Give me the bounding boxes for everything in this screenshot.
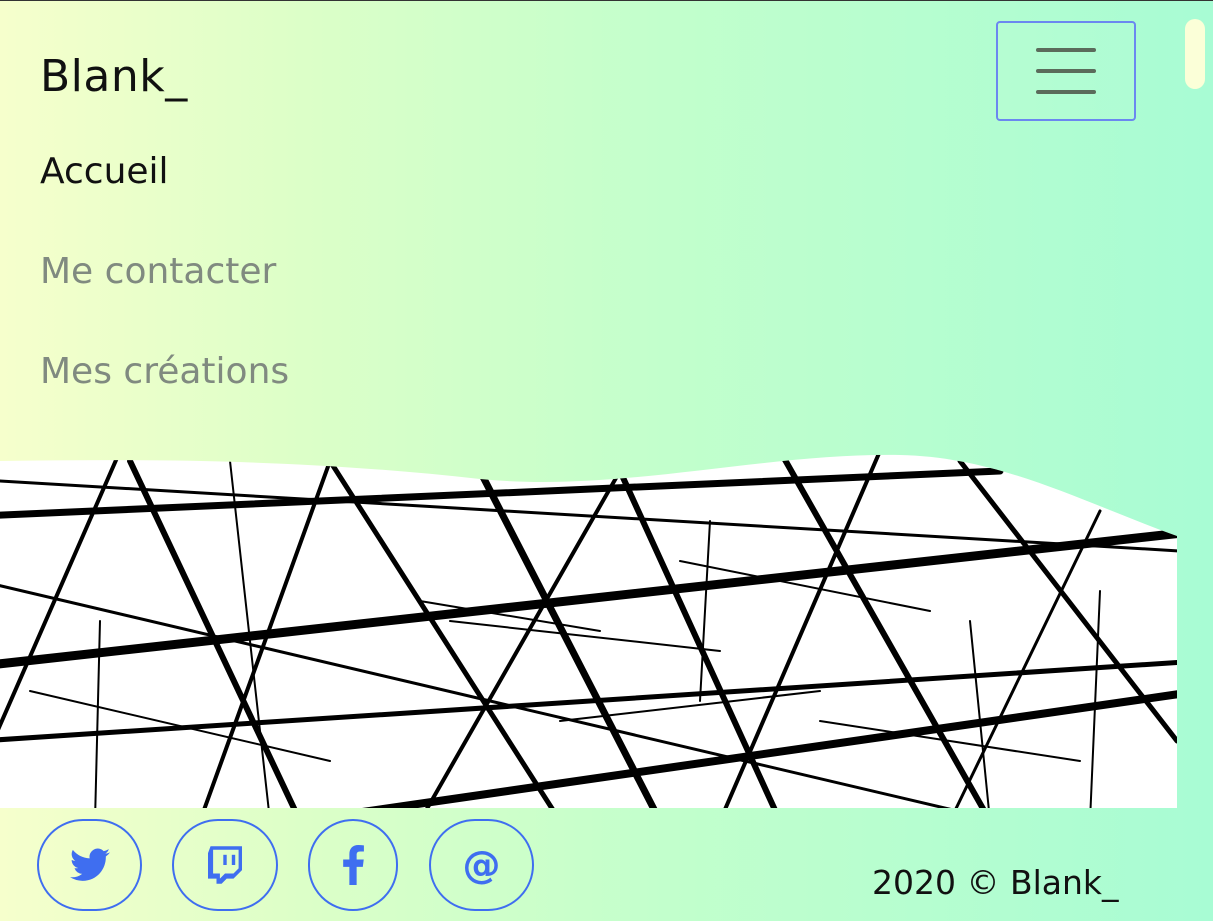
navbar-brand[interactable]: Blank_: [40, 51, 188, 102]
hero-geometric-lines-image: [0, 454, 1177, 808]
hamburger-line-icon: [1036, 69, 1096, 73]
footer-copyright: 2020 © Blank_: [872, 863, 1119, 902]
scrollbar-thumb[interactable]: [1185, 19, 1205, 89]
nav-item-contact: Me contacter: [40, 251, 289, 351]
hamburger-line-icon: [1036, 48, 1096, 52]
twitch-icon: [208, 846, 242, 884]
nav-menu: Accueil Me contacter Mes créations: [40, 151, 289, 451]
nav-item-accueil: Accueil: [40, 151, 289, 251]
twitch-button[interactable]: [172, 819, 278, 911]
twitter-button[interactable]: [37, 819, 142, 911]
twitter-icon: [69, 848, 110, 881]
navbar-toggler-button[interactable]: [996, 21, 1136, 121]
at-sign-icon: @: [462, 843, 501, 887]
nav-link-contact[interactable]: Me contacter: [40, 251, 276, 292]
nav-link-accueil[interactable]: Accueil: [40, 151, 169, 192]
email-button[interactable]: @: [429, 819, 534, 911]
nav-item-creations: Mes créations: [40, 351, 289, 451]
nav-link-creations[interactable]: Mes créations: [40, 351, 289, 392]
facebook-button[interactable]: [308, 819, 398, 911]
facebook-icon: [343, 845, 364, 885]
hamburger-line-icon: [1036, 90, 1096, 94]
